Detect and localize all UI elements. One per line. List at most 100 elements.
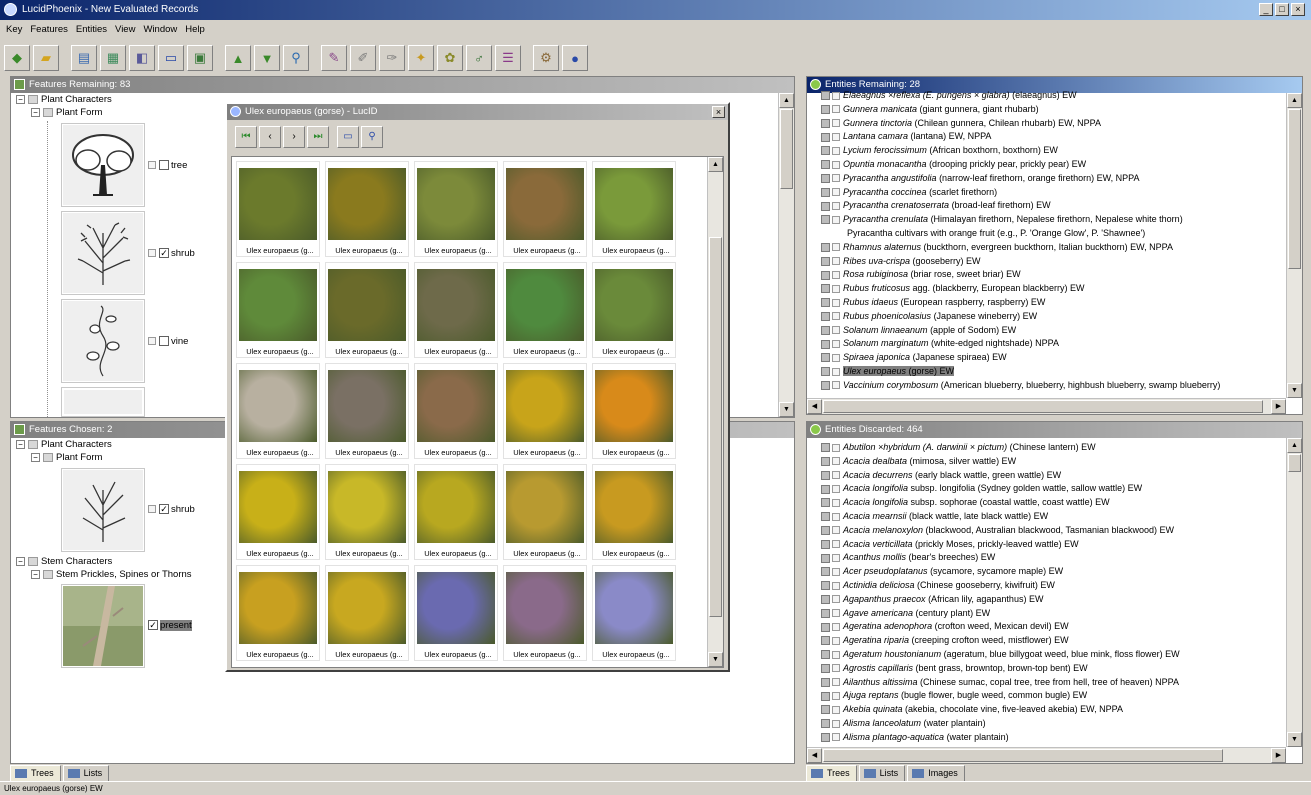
image-thumbnail[interactable]: Ulex europaeus (g... [503, 464, 587, 560]
image-thumbnail[interactable]: Ulex europaeus (g... [592, 363, 676, 459]
maximize-button[interactable]: □ [1275, 3, 1289, 16]
entities-remaining-hscroll[interactable]: ◀ ▶ [807, 398, 1286, 414]
entities-discarded-hscroll[interactable]: ◀ ▶ [807, 747, 1286, 763]
scroll-down-arrow[interactable]: ▼ [779, 402, 794, 417]
entity-row[interactable]: Pyracantha crenatoserrata (broad-leaf fi… [821, 199, 1051, 213]
link-icon[interactable]: ♂ [466, 45, 492, 71]
image-thumbnail[interactable]: Ulex europaeus (g... [325, 363, 409, 459]
image-thumbnail[interactable]: Ulex europaeus (g... [414, 262, 498, 358]
entity-row[interactable]: Agave americana (century plant) EW [821, 607, 990, 621]
tab-images[interactable]: Images [907, 765, 965, 782]
next-image-icon[interactable]: › [283, 126, 305, 148]
image-thumbnail[interactable]: Ulex europaeus (g... [592, 161, 676, 257]
entity-row[interactable]: Lycium ferocissimum (African boxthorn, b… [821, 144, 1058, 158]
scroll-right-arrow[interactable]: ▶ [1271, 399, 1286, 414]
scroll-up-arrow[interactable]: ▲ [1287, 438, 1302, 453]
entity-row[interactable]: Ageratum houstonianum (ageratum, blue bi… [821, 648, 1180, 662]
zoom-view-icon[interactable]: ⚲ [361, 126, 383, 148]
image-thumbnail[interactable]: Ulex europaeus (g... [236, 363, 320, 459]
tab-trees[interactable]: Trees [10, 765, 61, 782]
entities-discarded-vscroll[interactable]: ▲ ▼ [1286, 438, 1302, 747]
entity-row[interactable]: Acacia mearnsii (black wattle, late blac… [821, 510, 1048, 524]
entity-row[interactable]: Acacia melanoxylon (blackwood, Australia… [821, 524, 1174, 538]
image-thumbnail[interactable]: Ulex europaeus (g... [236, 262, 320, 358]
image-thumbnail[interactable]: Ulex europaeus (g... [503, 565, 587, 661]
scroll-thumb[interactable] [709, 237, 722, 617]
bug-icon[interactable]: ✿ [437, 45, 463, 71]
entity-row[interactable]: Ageratina riparia (creeping crofton weed… [821, 634, 1069, 648]
state-tree[interactable]: tree [148, 160, 187, 172]
entity-row[interactable]: Ageratina adenophora (crofton weed, Mexi… [821, 620, 1069, 634]
entity-row[interactable]: Alisma lanceolatum (water plantain) [821, 717, 986, 731]
scroll-thumb[interactable] [1288, 454, 1301, 472]
first-image-icon[interactable]: ⏮ [235, 126, 257, 148]
hscroll-thumb[interactable] [823, 400, 1263, 413]
list-view-icon[interactable]: ▭ [158, 45, 184, 71]
entity-row[interactable]: Acanthus mollis (bear's breeches) EW [821, 551, 995, 565]
edit-icon[interactable]: ✑ [379, 45, 405, 71]
entities-icon[interactable]: ▦ [100, 45, 126, 71]
image-thumbnail[interactable]: Ulex europaeus (g... [414, 363, 498, 459]
previous-image-icon[interactable]: ‹ [259, 126, 281, 148]
state-vine[interactable]: vine [148, 336, 188, 348]
collapse-icon[interactable]: − [31, 452, 40, 462]
vine-checkbox[interactable] [159, 336, 169, 347]
features-icon[interactable]: ▤ [71, 45, 97, 71]
help-icon[interactable]: ● [562, 45, 588, 71]
entity-row[interactable]: Acer pseudoplatanus (sycamore, sycamore … [821, 565, 1063, 579]
tab-lists[interactable]: Lists [858, 765, 906, 782]
entity-row[interactable]: Abutilon ×hybridum (A. darwinii × pictum… [821, 441, 1096, 455]
entity-row[interactable]: Rhamnus alaternus (buckthorn, evergreen … [821, 241, 1173, 255]
collapse-icon[interactable]: − [31, 107, 40, 117]
scroll-left-arrow[interactable]: ◀ [807, 748, 822, 763]
scroll-up-arrow[interactable]: ▲ [1287, 93, 1302, 108]
image-thumbnail[interactable]: Ulex europaeus (g... [236, 161, 320, 257]
scroll-left-arrow[interactable]: ◀ [807, 399, 822, 414]
evaluate-icon[interactable]: ▼ [254, 45, 280, 71]
image-grid-scrollbar[interactable]: ▲ ▼ [707, 157, 723, 667]
entities-remaining-vscroll[interactable]: ▲ ▼ [1286, 93, 1302, 398]
entity-row[interactable]: Opuntia monacantha (drooping prickly pea… [821, 158, 1086, 172]
present-checkbox[interactable]: ✓ [148, 620, 158, 631]
entity-row[interactable]: Rosa rubiginosa (briar rose, sweet briar… [821, 268, 1021, 282]
image-thumbnail[interactable]: Ulex europaeus (g... [503, 161, 587, 257]
restore-icon[interactable]: ◧ [129, 45, 155, 71]
entity-row[interactable]: Ribes uva-crispa (gooseberry) EW [821, 255, 981, 269]
entity-row[interactable]: Lantana camara (lantana) EW, NPPA [821, 130, 991, 144]
scroll-down-arrow[interactable]: ▼ [1287, 383, 1302, 398]
scroll-up-arrow[interactable]: ▲ [779, 93, 794, 108]
entity-row[interactable]: Spiraea japonica (Japanese spiraea) EW [821, 351, 1007, 365]
scroll-up-arrow[interactable]: ▲ [708, 157, 723, 172]
entity-row[interactable]: Elaeagnus ×reflexa (E. pungens × glabra)… [821, 89, 1077, 103]
entity-row[interactable]: Pyracantha angustifolia (narrow-leaf fir… [821, 172, 1139, 186]
menu-entities[interactable]: Entities [76, 22, 107, 38]
image-thumbnail[interactable]: Ulex europaeus (g... [325, 565, 409, 661]
dialog-close-button[interactable]: × [712, 106, 725, 118]
image-thumbnail[interactable]: Ulex europaeus (g... [503, 363, 587, 459]
image-thumbnail[interactable]: Ulex europaeus (g... [592, 262, 676, 358]
menu-key[interactable]: Key [6, 22, 22, 38]
menu-view[interactable]: View [115, 22, 135, 38]
image-thumbnail[interactable]: Ulex europaeus (g... [414, 161, 498, 257]
entity-row[interactable]: Vaccinium corymbosum (American blueberry… [821, 379, 1220, 393]
image-thumbnail[interactable]: Ulex europaeus (g... [236, 565, 320, 661]
tab-lists[interactable]: Lists [62, 765, 110, 782]
features-remaining-scrollbar[interactable]: ▲ ▼ [778, 93, 794, 417]
chosen-shrub[interactable]: ✓ shrub [148, 504, 195, 516]
entity-row[interactable]: Acacia dealbata (mimosa, silver wattle) … [821, 455, 1016, 469]
entity-row[interactable]: Gunnera tinctoria (Chilean gunnera, Chil… [821, 117, 1101, 131]
entity-row[interactable]: Solanum linnaeanum (apple of Sodom) EW [821, 324, 1016, 338]
pencil-icon[interactable]: ✐ [350, 45, 376, 71]
entity-row[interactable]: Acacia verticillata (prickly Moses, pric… [821, 538, 1079, 552]
star-icon[interactable]: ✦ [408, 45, 434, 71]
chosen-shrub-checkbox[interactable]: ✓ [159, 504, 169, 515]
scroll-thumb[interactable] [1288, 109, 1301, 269]
collapse-icon[interactable]: − [31, 569, 40, 579]
thumbnail-view-icon[interactable]: ▭ [337, 126, 359, 148]
entity-row[interactable]: Acacia longifolia subsp. sophorae (coast… [821, 496, 1110, 510]
menu-window[interactable]: Window [143, 22, 177, 38]
discard-icon[interactable]: ▲ [225, 45, 251, 71]
best-icon[interactable]: ✎ [321, 45, 347, 71]
minimize-button[interactable]: _ [1259, 3, 1273, 16]
open-key-icon[interactable]: ◆ [4, 45, 30, 71]
